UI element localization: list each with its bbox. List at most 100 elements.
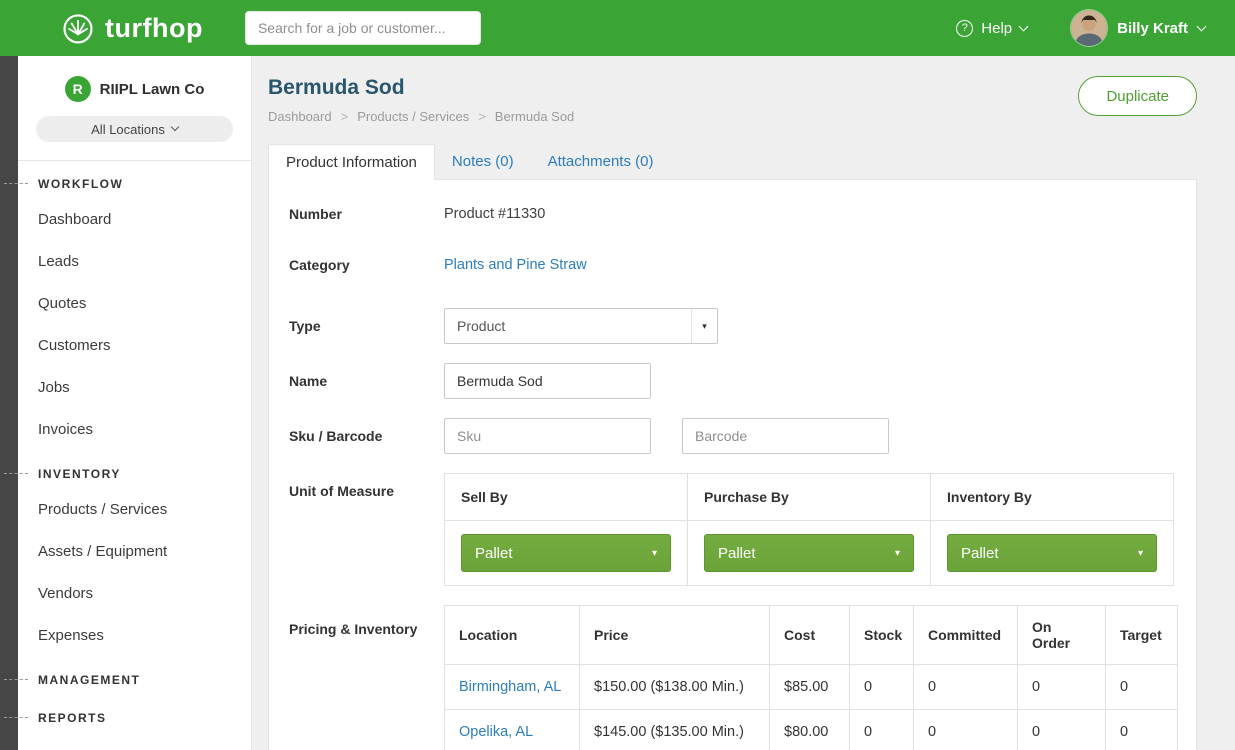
price-cell: $145.00 ($135.00 Min.)	[580, 710, 770, 750]
sidebar-item-invoices[interactable]: Invoices	[18, 409, 251, 451]
target-cell: 0	[1106, 710, 1178, 750]
turfhop-logo-icon	[60, 10, 96, 46]
help-icon: ?	[956, 20, 973, 37]
committed-header: Committed	[914, 606, 1018, 665]
breadcrumb-current: Bermuda Sod	[495, 109, 575, 124]
committed-cell: 0	[914, 665, 1018, 710]
purchase-by-dropdown[interactable]: Pallet ▾	[704, 534, 914, 572]
section-workflow: WORKFLOW	[18, 161, 251, 199]
caret-down-icon: ▾	[691, 309, 717, 343]
avatar	[1071, 10, 1107, 46]
inventory-by-header: Inventory By	[931, 474, 1174, 521]
company-name: RIIPL Lawn Co	[100, 81, 205, 98]
category-link[interactable]: Plants and Pine Straw	[444, 257, 587, 273]
location-link[interactable]: Birmingham, AL	[459, 679, 561, 695]
breadcrumb: Dashboard > Products / Services > Bermud…	[268, 109, 574, 124]
pricing-header-row: Location Price Cost Stock Committed On O…	[445, 606, 1178, 665]
product-information-panel: Number Product #11330 Category Plants an…	[268, 179, 1197, 750]
cost-cell: $80.00	[770, 710, 850, 750]
unit-of-measure-table: Sell By Purchase By Inventory By Pallet …	[444, 473, 1174, 586]
pricing-inventory-label: Pricing & Inventory	[289, 605, 444, 750]
section-dashes	[4, 473, 28, 474]
sidebar-item-products-services[interactable]: Products / Services	[18, 489, 251, 531]
type-select[interactable]: Product ▾	[444, 308, 718, 344]
caret-down-icon: ▾	[1138, 548, 1143, 559]
barcode-input[interactable]	[682, 418, 889, 454]
locations-dropdown-label: All Locations	[91, 122, 165, 137]
chevron-down-icon	[171, 123, 179, 131]
name-input[interactable]	[444, 363, 651, 399]
company: R RIIPL Lawn Co	[18, 56, 251, 102]
location-header: Location	[445, 606, 580, 665]
chevron-down-icon	[1019, 21, 1029, 31]
help-menu[interactable]: ? Help	[956, 20, 1027, 37]
sidebar-item-vendors[interactable]: Vendors	[18, 573, 251, 615]
breadcrumb-separator-icon: >	[341, 109, 349, 124]
section-management[interactable]: MANAGEMENT	[18, 657, 251, 695]
sidebar-item-customers[interactable]: Customers	[18, 325, 251, 367]
price-cell: $150.00 ($138.00 Min.)	[580, 665, 770, 710]
number-label: Number	[289, 206, 444, 222]
locations-dropdown[interactable]: All Locations	[36, 116, 233, 142]
chevron-down-icon	[1197, 21, 1207, 31]
purchase-by-header: Purchase By	[688, 474, 931, 521]
brand: turfhop	[60, 10, 203, 46]
caret-down-icon: ▾	[895, 548, 900, 559]
breadcrumb-dashboard[interactable]: Dashboard	[268, 109, 332, 124]
sidebar-item-jobs[interactable]: Jobs	[18, 367, 251, 409]
name-label: Name	[289, 363, 444, 399]
section-dashes	[4, 183, 28, 184]
product-number: Product #11330	[444, 206, 545, 222]
stock-cell: 0	[850, 665, 914, 710]
breadcrumb-products-services[interactable]: Products / Services	[357, 109, 469, 124]
duplicate-button[interactable]: Duplicate	[1078, 76, 1197, 116]
on-order-cell: 0	[1018, 665, 1106, 710]
on-order-cell: 0	[1018, 710, 1106, 750]
tab-bar: Product Information Notes (0) Attachment…	[268, 144, 1235, 180]
price-header: Price	[580, 606, 770, 665]
unit-of-measure-label: Unit of Measure	[289, 473, 444, 586]
caret-down-icon: ▾	[652, 548, 657, 559]
committed-cell: 0	[914, 710, 1018, 750]
breadcrumb-separator-icon: >	[478, 109, 486, 124]
sku-barcode-label: Sku / Barcode	[289, 418, 444, 454]
section-dashes	[4, 679, 28, 680]
table-row: Birmingham, AL $150.00 ($138.00 Min.) $8…	[445, 665, 1178, 710]
main-content: Bermuda Sod Dashboard > Products / Servi…	[252, 56, 1235, 750]
sell-by-dropdown[interactable]: Pallet ▾	[461, 534, 671, 572]
type-label: Type	[289, 308, 444, 344]
sidebar-item-quotes[interactable]: Quotes	[18, 283, 251, 325]
inventory-by-dropdown[interactable]: Pallet ▾	[947, 534, 1157, 572]
tab-product-information[interactable]: Product Information	[268, 144, 435, 180]
top-bar: turfhop ? Help Billy Kraft	[0, 0, 1235, 56]
global-search-input[interactable]	[245, 11, 481, 45]
help-label: Help	[981, 20, 1012, 37]
sidebar-item-expenses[interactable]: Expenses	[18, 615, 251, 657]
sell-by-header: Sell By	[445, 474, 688, 521]
sidebar-item-leads[interactable]: Leads	[18, 241, 251, 283]
stock-cell: 0	[850, 710, 914, 750]
tab-attachments[interactable]: Attachments (0)	[531, 144, 671, 180]
section-inventory: INVENTORY	[18, 451, 251, 489]
user-name: Billy Kraft	[1117, 20, 1188, 37]
target-cell: 0	[1106, 665, 1178, 710]
tab-notes[interactable]: Notes (0)	[435, 144, 531, 180]
table-row: Opelika, AL $145.00 ($135.00 Min.) $80.0…	[445, 710, 1178, 750]
global-search	[245, 11, 481, 45]
section-reports[interactable]: REPORTS	[18, 695, 251, 733]
section-dashes	[4, 717, 28, 718]
stock-header: Stock	[850, 606, 914, 665]
company-logo-icon: R	[65, 76, 91, 102]
sidebar-item-assets-equipment[interactable]: Assets / Equipment	[18, 531, 251, 573]
sidebar-item-dashboard[interactable]: Dashboard	[18, 199, 251, 241]
sku-input[interactable]	[444, 418, 651, 454]
brand-name: turfhop	[105, 13, 203, 44]
type-select-value: Product	[457, 318, 505, 334]
user-menu[interactable]: Billy Kraft	[1071, 10, 1205, 46]
pricing-table: Location Price Cost Stock Committed On O…	[444, 605, 1178, 750]
page-title: Bermuda Sod	[268, 76, 574, 100]
on-order-header: On Order	[1018, 606, 1106, 665]
cost-header: Cost	[770, 606, 850, 665]
category-label: Category	[289, 257, 444, 273]
location-link[interactable]: Opelika, AL	[459, 724, 533, 740]
